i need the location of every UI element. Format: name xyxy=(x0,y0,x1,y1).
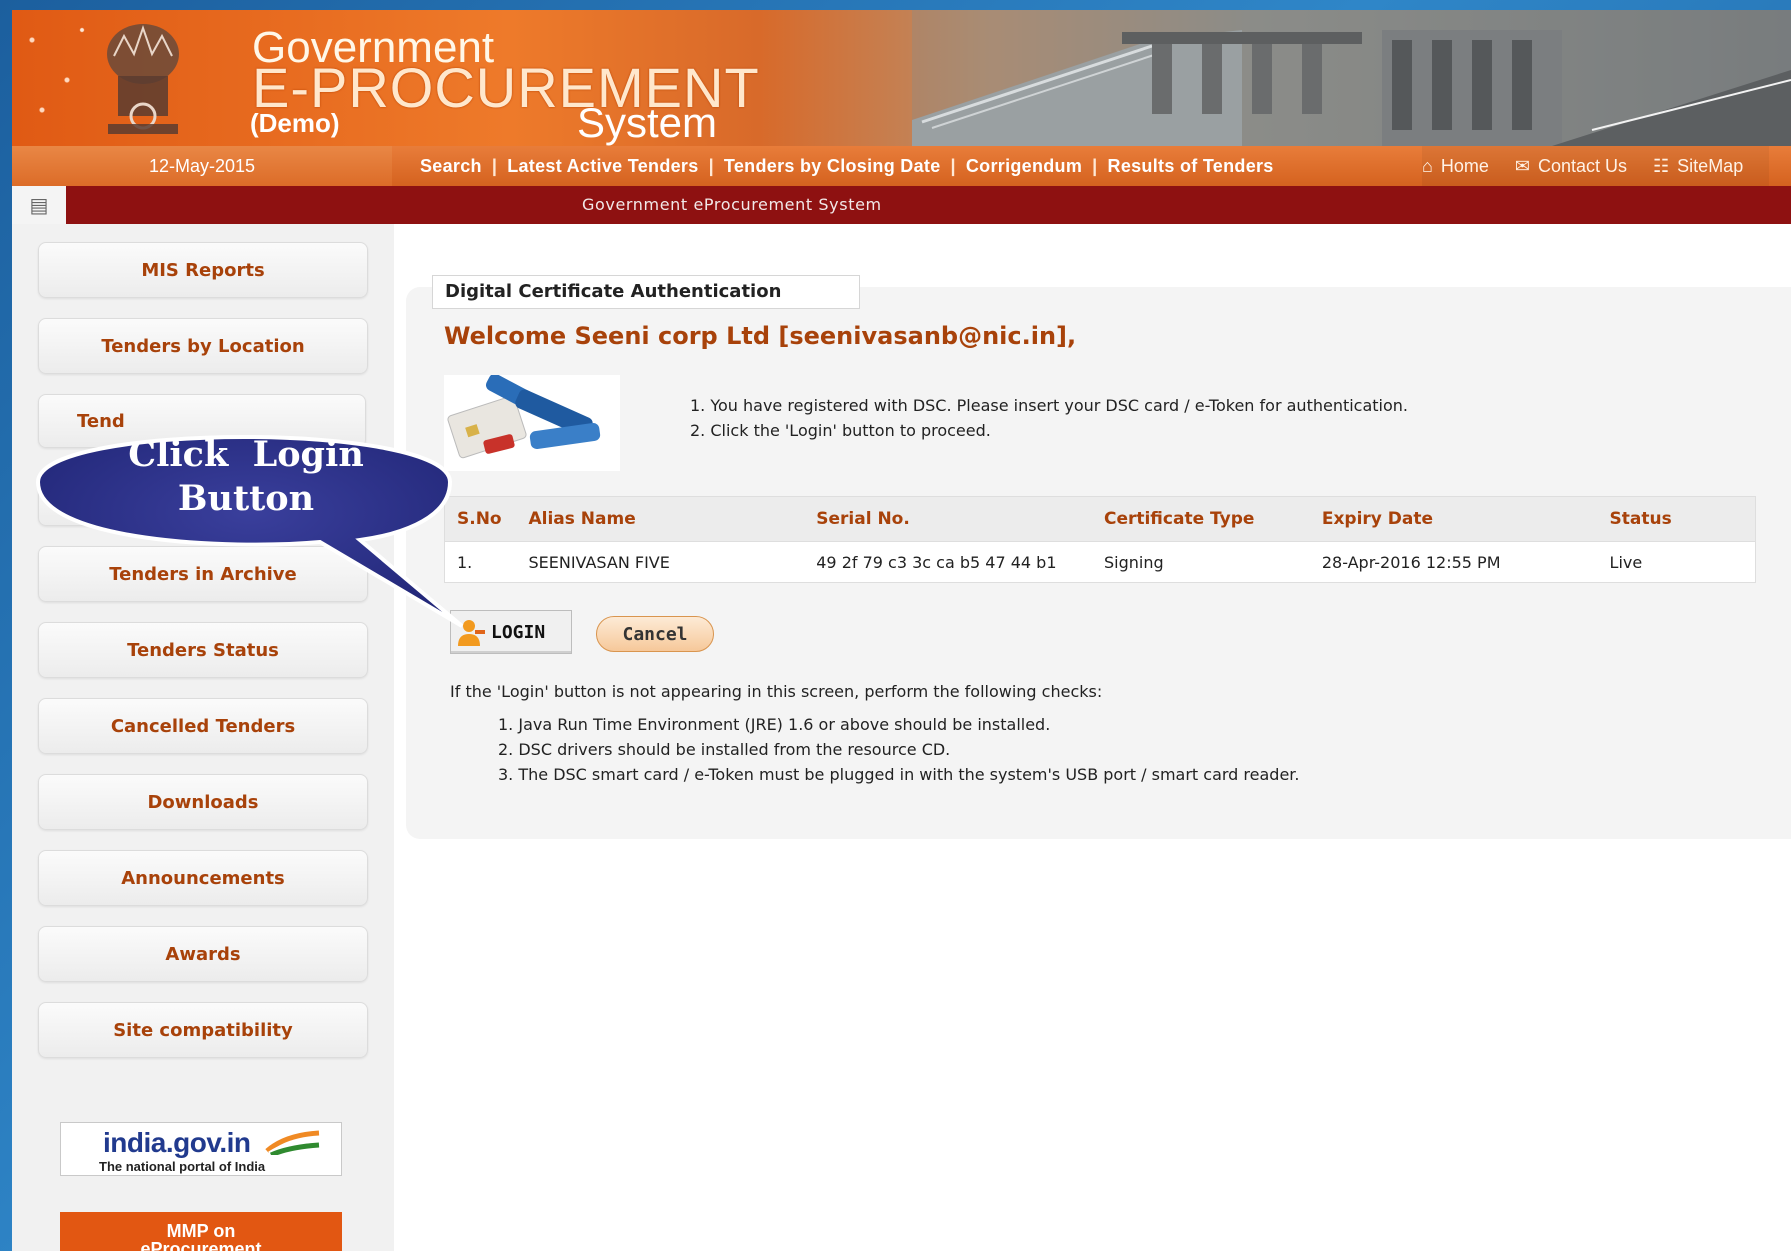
decorative-stars xyxy=(12,10,107,146)
nav-sitemap-label: SiteMap xyxy=(1677,156,1744,176)
nav-link-tenders-by-closing-date[interactable]: Tenders by Closing Date xyxy=(724,146,941,186)
check-item: 2. DSC drivers should be installed from … xyxy=(498,740,951,759)
nav-home-link[interactable]: ⌂ Home xyxy=(1422,146,1489,186)
sidebar-item-site-compatibility[interactable]: Site compatibility xyxy=(38,1002,368,1058)
cell-certificate-type: Signing xyxy=(1103,552,1164,572)
nav-contact-link[interactable]: ✉ Contact Us xyxy=(1515,146,1627,186)
browser-page: Government E-PROCUREMENT (Demo) System 1… xyxy=(12,10,1791,1251)
instruction-line-2: 2. Click the 'Login' button to proceed. xyxy=(690,421,991,440)
national-emblem-icon xyxy=(107,24,179,134)
mmp-line1: MMP on xyxy=(166,1221,236,1241)
col-header-alias-name: Alias Name xyxy=(516,496,805,542)
cancel-button[interactable]: Cancel xyxy=(596,616,714,652)
nav-separator: | xyxy=(708,156,714,176)
nav-link-search[interactable]: Search xyxy=(420,146,482,186)
col-header-certificate-type: Certificate Type xyxy=(1091,496,1310,542)
nav-links: Search | Latest Active Tenders | Tenders… xyxy=(420,146,1274,186)
current-date: 12-May-2015 xyxy=(12,146,392,186)
sidebar-item-cancelled-tenders[interactable]: Cancelled Tenders xyxy=(38,698,368,754)
sitemap-icon: ☷ xyxy=(1653,156,1670,176)
checks-intro: If the 'Login' button is not appearing i… xyxy=(450,682,1103,701)
home-icon: ⌂ xyxy=(1422,156,1433,176)
document-icon[interactable]: ▤ xyxy=(12,186,66,224)
dam-photo-banner xyxy=(912,10,1791,146)
nav-link-results-of-tenders[interactable]: Results of Tenders xyxy=(1108,146,1274,186)
dsc-instructions: 1. You have registered with DSC. Please … xyxy=(690,393,1408,443)
callout-line-2: Button xyxy=(177,478,315,519)
brand-system: System xyxy=(577,99,718,146)
india-logo-text: india.gov.in xyxy=(103,1127,251,1158)
strip-title: Government eProcurement System xyxy=(582,195,882,214)
india-gov-logo[interactable]: india.gov.in The national portal of Indi… xyxy=(60,1122,342,1176)
sidebar-item-tenders-by-location[interactable]: Tenders by Location xyxy=(38,318,368,374)
nav-link-latest-active-tenders[interactable]: Latest Active Tenders xyxy=(507,146,698,186)
certificate-table: S.No Alias Name Serial No. Certificate T… xyxy=(444,496,1756,583)
col-header-serial-no: Serial No. xyxy=(804,496,1092,542)
table-row[interactable]: 1. SEENIVASAN FIVE 49 2f 79 c3 3c ca b5 … xyxy=(445,542,1756,583)
nav-link-corrigendum[interactable]: Corrigendum xyxy=(966,146,1082,186)
india-logo-tagline: The national portal of India xyxy=(99,1159,266,1174)
header-banner: Government E-PROCUREMENT (Demo) System xyxy=(12,10,1791,146)
nav-contact-label: Contact Us xyxy=(1537,156,1628,176)
mmp-line2: eProcurement xyxy=(140,1239,262,1251)
nav-home-label: Home xyxy=(1440,156,1489,176)
nav-right-links: ⌂ Home ✉ Contact Us ☷ SiteMap xyxy=(1422,146,1770,186)
callout-text: Click Login Button xyxy=(66,433,426,521)
nav-sitemap-link[interactable]: ☷ SiteMap xyxy=(1653,146,1743,186)
dsc-token-image xyxy=(444,375,620,471)
cell-expiry-date: 28-Apr-2016 12:55 PM xyxy=(1321,552,1501,572)
col-header-status: Status xyxy=(1597,496,1756,542)
mmp-eprocurement-banner[interactable]: MMP on eProcurement xyxy=(60,1212,342,1251)
checks-list: 1. Java Run Time Environment (JRE) 1.6 o… xyxy=(498,712,1300,787)
mail-icon: ✉ xyxy=(1514,156,1530,176)
instruction-line-1: 1. You have registered with DSC. Please … xyxy=(690,396,1409,415)
top-navbar: 12-May-2015 Search | Latest Active Tende… xyxy=(12,146,1791,186)
title-strip: ▤ Government eProcurement System xyxy=(12,186,1791,224)
sidebar-item-awards[interactable]: Awards xyxy=(38,926,368,982)
callout-line-1: Click Login xyxy=(128,434,364,475)
col-header-expiry-date: Expiry Date xyxy=(1309,496,1598,542)
cell-status: Live xyxy=(1609,552,1643,572)
nav-separator: | xyxy=(1092,156,1098,176)
check-item: 1. Java Run Time Environment (JRE) 1.6 o… xyxy=(498,715,1051,734)
login-label: LOGIN xyxy=(491,621,546,643)
sidebar-item-announcements[interactable]: Announcements xyxy=(38,850,368,906)
cell-alias-name: SEENIVASAN FIVE xyxy=(528,552,670,572)
table-header-row: S.No Alias Name Serial No. Certificate T… xyxy=(444,496,1756,542)
panel-tab-title: Digital Certificate Authentication xyxy=(432,275,860,309)
nav-separator: | xyxy=(491,156,498,176)
flag-swoosh-icon xyxy=(265,1130,320,1155)
sidebar-item-downloads[interactable]: Downloads xyxy=(38,774,368,830)
welcome-message: Welcome Seeni corp Ltd [seenivasanb@nic.… xyxy=(444,322,1077,350)
brand-demo: (Demo) xyxy=(250,108,340,138)
check-item: 3. The DSC smart card / e-Token must be … xyxy=(498,765,1300,784)
cell-serial-no: 49 2f 79 c3 3c ca b5 47 44 b1 xyxy=(816,552,1057,572)
sidebar-item-mis-reports[interactable]: MIS Reports xyxy=(38,242,368,298)
nav-separator: | xyxy=(950,156,956,176)
